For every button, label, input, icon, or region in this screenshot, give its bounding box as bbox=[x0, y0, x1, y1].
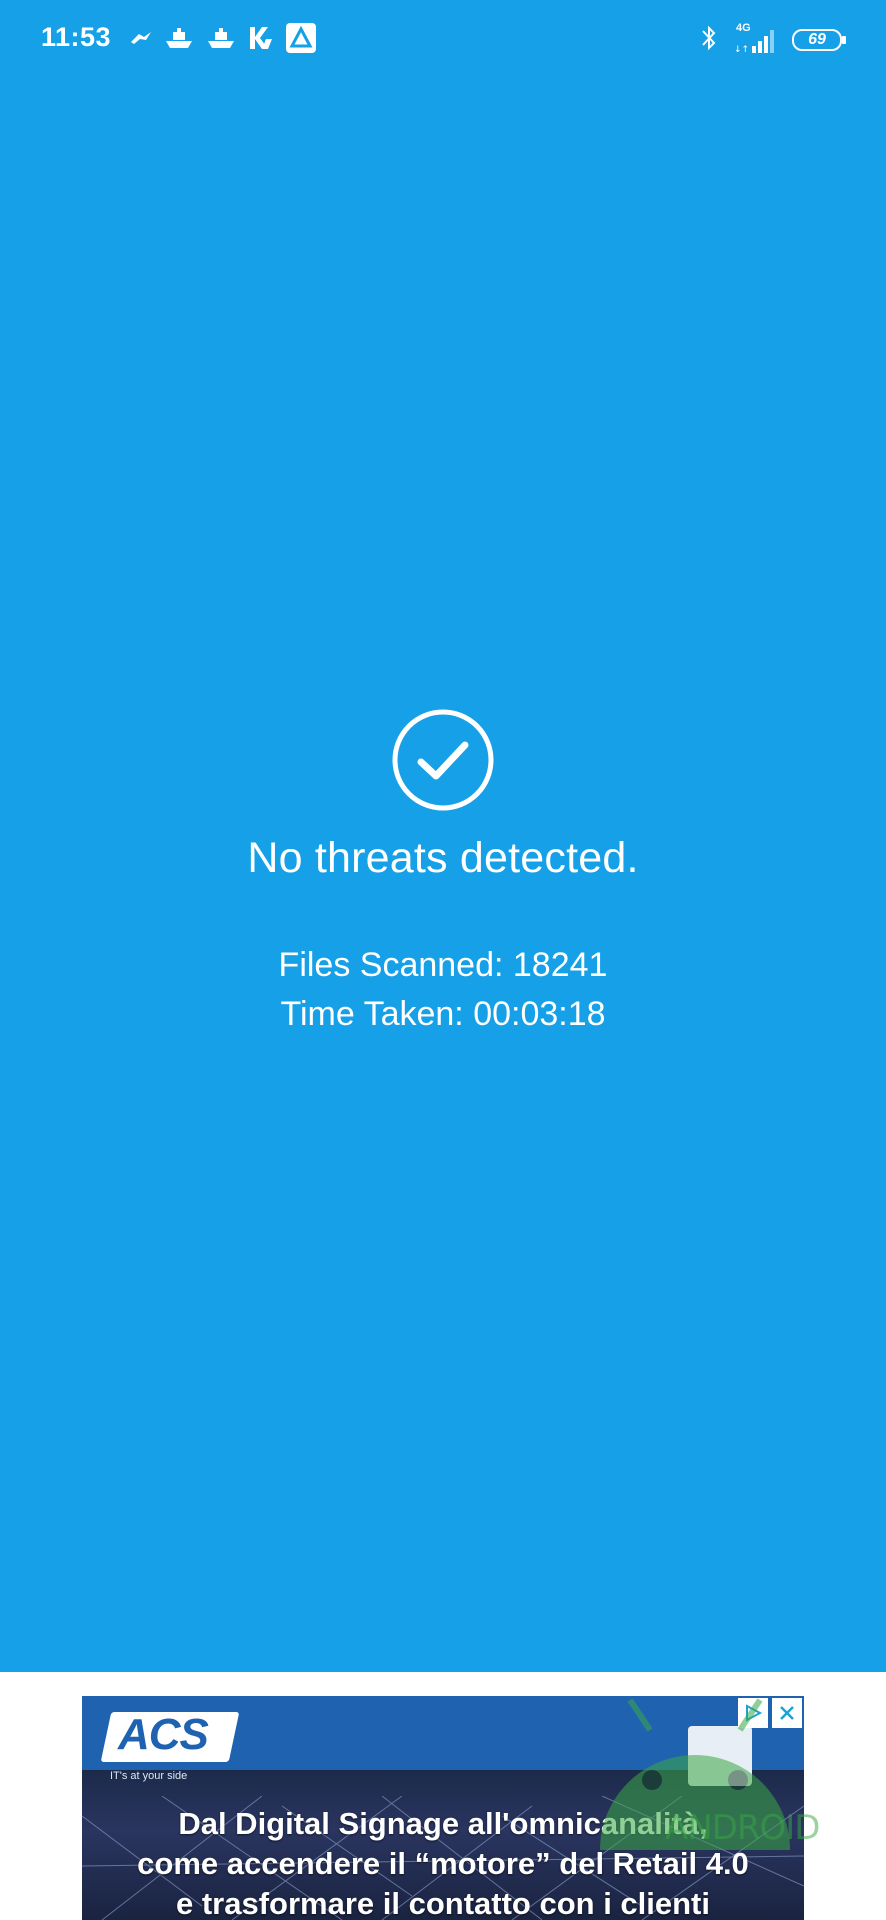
scan-result: No threats detected. Files Scanned: 1824… bbox=[0, 708, 886, 1039]
files-scanned-text: Files Scanned: 18241 bbox=[278, 946, 608, 984]
bluetooth-icon bbox=[700, 23, 718, 58]
ad-headline-line-3: e trasformare il contatto con i clienti bbox=[175, 1886, 710, 1920]
battery-level: 69 bbox=[808, 31, 826, 48]
status-time: 11:53 bbox=[41, 22, 112, 52]
watermark-text: ANDROID bbox=[665, 1808, 820, 1848]
svg-text:↓↑: ↓↑ bbox=[734, 45, 749, 55]
kaspersky-icon bbox=[248, 25, 274, 56]
bird-icon bbox=[130, 30, 152, 51]
ship-icon bbox=[164, 27, 194, 54]
check-circle-icon bbox=[392, 709, 494, 811]
time-taken-text: Time Taken: 00:03:18 bbox=[280, 995, 606, 1033]
app-icon bbox=[286, 22, 316, 58]
ship-icon bbox=[206, 27, 236, 54]
scan-stats: Files Scanned: 18241 Time Taken: 00:03:1… bbox=[0, 941, 886, 1039]
ad-tagline: IT's at your side bbox=[110, 1770, 188, 1782]
signal-icon: 4G ↓↑ bbox=[732, 22, 778, 56]
result-headline: No threats detected. bbox=[247, 834, 639, 882]
system-icons: 4G ↓↑ 69 bbox=[700, 22, 848, 58]
ad-brand: ACS bbox=[118, 1710, 209, 1759]
battery-icon: 69 bbox=[792, 28, 848, 52]
status-bar: 11:53 4G ↓↑ 69 bbox=[0, 0, 886, 80]
ad-headline-line-2: come accendere il “motore” del Retail 4.… bbox=[137, 1846, 749, 1881]
notification-icons bbox=[130, 22, 316, 58]
